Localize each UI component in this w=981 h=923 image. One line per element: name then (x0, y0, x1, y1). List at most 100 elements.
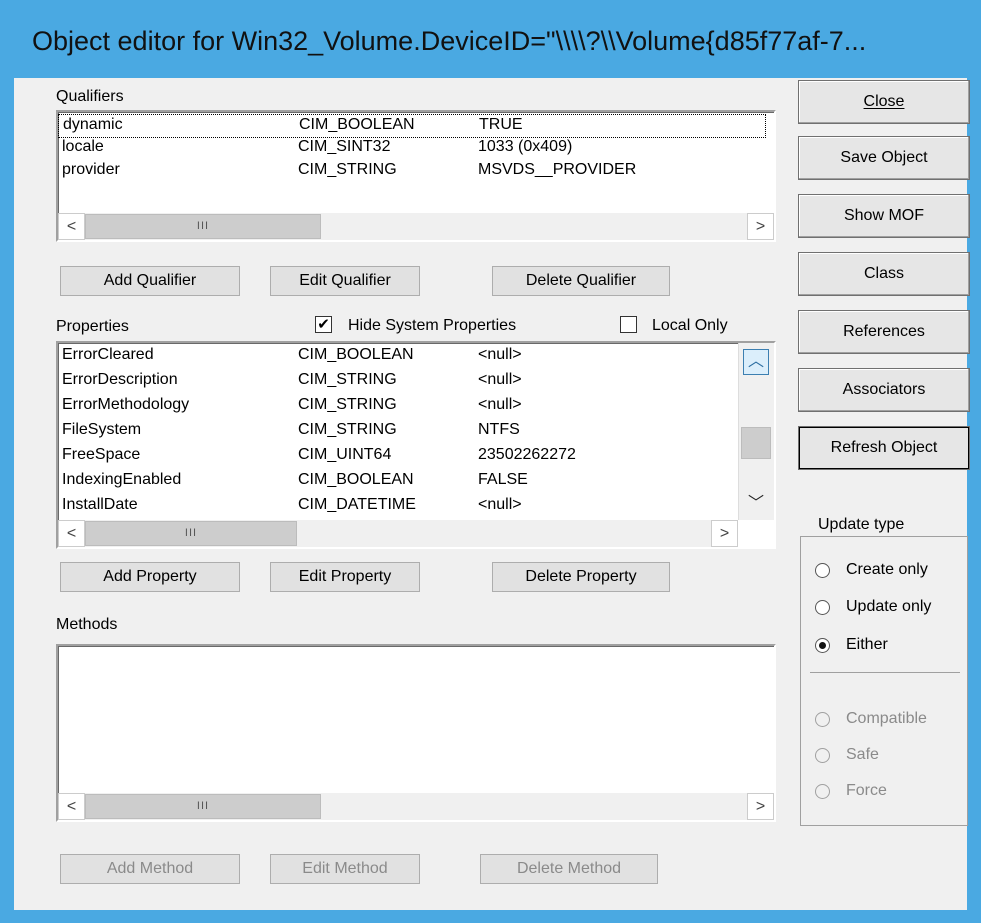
create-only-label[interactable]: Create only (846, 561, 928, 579)
delete-method-button[interactable]: Delete Method (480, 854, 658, 884)
cell-value: TRUE (479, 116, 523, 133)
update-only-label[interactable]: Update only (846, 598, 931, 616)
edit-qualifier-button[interactable]: Edit Qualifier (270, 266, 420, 296)
edit-method-button[interactable]: Edit Method (270, 854, 420, 884)
add-qualifier-button[interactable]: Add Qualifier (60, 266, 240, 296)
edit-property-button[interactable]: Edit Property (270, 562, 420, 592)
force-label: Force (846, 782, 887, 799)
cell-name: InstallDate (62, 496, 138, 513)
create-only-radio[interactable] (815, 563, 830, 578)
cell-type: CIM_UINT64 (298, 446, 392, 463)
delete-qualifier-button[interactable]: Delete Qualifier (492, 266, 670, 296)
class-button[interactable]: Class (798, 252, 970, 296)
cell-value: FALSE (478, 471, 528, 488)
properties-label: Properties (56, 318, 129, 335)
scroll-left-icon[interactable]: < (58, 520, 85, 547)
associators-button[interactable]: Associators (798, 368, 970, 412)
object-editor-window: Object editor for Win32_Volume.DeviceID=… (0, 0, 981, 923)
local-only-checkbox[interactable] (620, 316, 637, 333)
title-bar[interactable]: Object editor for Win32_Volume.DeviceID=… (0, 0, 981, 78)
compatible-label: Compatible (846, 710, 927, 727)
property-row[interactable]: InstallDate CIM_DATETIME <null> (58, 495, 734, 519)
save-object-button[interactable]: Save Object (798, 136, 970, 180)
cell-name: ErrorMethodology (62, 396, 190, 413)
dialog-client-area: Qualifiers dynamic CIM_BOOLEAN TRUE locale C… (14, 78, 970, 910)
radio-selected-icon (819, 642, 826, 649)
cell-type: CIM_STRING (298, 421, 397, 438)
scroll-right-icon[interactable]: > (747, 793, 774, 820)
scroll-right-icon[interactable]: > (747, 213, 774, 240)
property-row[interactable]: FileSystem CIM_STRING NTFS (58, 420, 734, 444)
hide-system-properties-label[interactable]: Hide System Properties (348, 317, 516, 335)
compatible-radio[interactable] (815, 712, 830, 727)
cell-value: 23502262272 (478, 446, 576, 463)
cell-type: CIM_STRING (298, 161, 397, 178)
properties-rows: ErrorCleared CIM_BOOLEAN <null> ErrorDescri… (58, 343, 738, 520)
cell-type: CIM_STRING (298, 396, 397, 413)
qualifier-row[interactable]: dynamic CIM_BOOLEAN TRUE (58, 114, 766, 138)
checkmark-icon: ✔ (317, 316, 330, 333)
close-button-label: Close (863, 93, 905, 110)
either-radio[interactable] (815, 638, 830, 653)
cell-value: NTFS (478, 421, 520, 438)
qualifiers-list[interactable]: dynamic CIM_BOOLEAN TRUE locale CIM_SINT32 10… (56, 110, 776, 242)
refresh-object-button[interactable]: Refresh Object (798, 426, 970, 470)
cell-type: CIM_BOOLEAN (299, 116, 415, 133)
cell-type: CIM_DATETIME (298, 496, 416, 513)
cell-value: 1033 (0x409) (478, 138, 573, 155)
window-title: Object editor for Win32_Volume.DeviceID=… (32, 26, 867, 56)
local-only-label[interactable]: Local Only (652, 317, 728, 335)
properties-list[interactable]: ErrorCleared CIM_BOOLEAN <null> ErrorDescri… (56, 341, 776, 549)
safe-label: Safe (846, 746, 879, 763)
property-row[interactable]: FreeSpace CIM_UINT64 23502262272 (58, 445, 734, 469)
cell-name: FreeSpace (62, 446, 141, 463)
cell-value: <null> (478, 346, 522, 363)
scroll-left-icon[interactable]: < (58, 213, 85, 240)
update-only-radio[interactable] (815, 600, 830, 615)
either-label[interactable]: Either (846, 636, 888, 654)
references-button[interactable]: References (798, 310, 970, 354)
cell-name: ErrorDescription (62, 371, 178, 388)
add-property-button[interactable]: Add Property (60, 562, 240, 592)
property-row[interactable]: ErrorMethodology CIM_STRING <null> (58, 395, 734, 419)
scroll-thumb[interactable]: III (85, 794, 321, 819)
properties-hscroll[interactable]: < III > (58, 520, 738, 547)
scroll-thumb[interactable]: III (85, 521, 297, 546)
cell-name: IndexingEnabled (62, 471, 182, 488)
properties-vscroll[interactable]: ︿ ﹀ (738, 343, 774, 520)
scroll-down-icon[interactable]: ﹀ (743, 492, 769, 518)
scroll-thumb-vertical[interactable] (741, 427, 771, 459)
delete-property-button[interactable]: Delete Property (492, 562, 670, 592)
property-row[interactable]: ErrorDescription CIM_STRING <null> (58, 370, 734, 394)
scroll-right-icon[interactable]: > (711, 520, 738, 547)
group-divider (810, 672, 960, 673)
cell-name: locale (62, 138, 104, 155)
cell-value: <null> (478, 371, 522, 388)
methods-label: Methods (56, 616, 118, 633)
hide-system-properties-checkbox[interactable]: ✔ (315, 316, 332, 333)
cell-name: ErrorCleared (62, 346, 154, 363)
cell-name: FileSystem (62, 421, 142, 438)
cell-value: <null> (478, 496, 522, 513)
cell-name: provider (62, 161, 120, 178)
cell-type: CIM_BOOLEAN (298, 471, 414, 488)
show-mof-button[interactable]: Show MOF (798, 194, 970, 238)
methods-hscroll[interactable]: < III > (58, 793, 774, 820)
property-row[interactable]: ErrorCleared CIM_BOOLEAN <null> (58, 345, 734, 369)
cell-type: CIM_STRING (298, 371, 397, 388)
qualifier-row[interactable]: locale CIM_SINT32 1033 (0x409) (58, 137, 766, 161)
qualifier-row[interactable]: provider CIM_STRING MSVDS__PROVIDER (58, 160, 766, 184)
close-button[interactable]: Close (798, 80, 970, 124)
add-method-button[interactable]: Add Method (60, 854, 240, 884)
property-row[interactable]: IndexingEnabled CIM_BOOLEAN FALSE (58, 470, 734, 494)
scroll-thumb[interactable]: III (85, 214, 321, 239)
cell-type: CIM_BOOLEAN (298, 346, 414, 363)
qualifiers-hscroll[interactable]: < III > (58, 213, 774, 240)
cell-name: dynamic (63, 116, 123, 133)
safe-radio[interactable] (815, 748, 830, 763)
force-radio[interactable] (815, 784, 830, 799)
methods-list[interactable]: < III > (56, 644, 776, 822)
cell-value: <null> (478, 396, 522, 413)
scroll-up-icon[interactable]: ︿ (743, 349, 769, 375)
scroll-left-icon[interactable]: < (58, 793, 85, 820)
